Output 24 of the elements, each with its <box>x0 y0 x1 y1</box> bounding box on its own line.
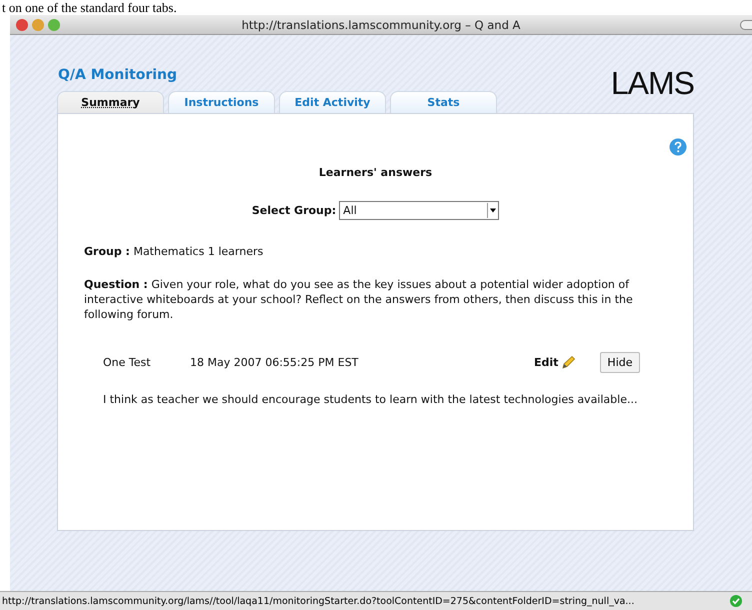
group-dropdown[interactable]: All <box>339 201 500 220</box>
section-heading: Learners' answers <box>318 166 434 179</box>
group-info: Group : Mathematics 1 learners <box>84 244 264 259</box>
answer-text: I think as teacher we should encourage students to learn with the latest technologies available... <box>103 393 638 406</box>
select-group-label: Select Group: <box>252 204 336 217</box>
caption-text: t on one of the standard four tabs. <box>1 0 178 15</box>
help-icon[interactable] <box>669 138 687 156</box>
logo: LAMS <box>610 65 694 103</box>
answer-date: 18 May 2007 06:55:25 PM EST <box>190 356 360 369</box>
window-controls-icon[interactable] <box>15 18 61 32</box>
caret-icon[interactable] <box>487 203 498 218</box>
question-text: Question : Given your role, what do you see as the key issues about a potential wider adoption of interactive whiteboards at your school? Reflect on the answers from others, then discuss this in the following forum. <box>84 277 634 322</box>
hide-button[interactable]: Hide <box>600 352 640 373</box>
window-title: http://translations.lamscommunity.org – Q and A <box>242 18 520 32</box>
learner-name: One Test <box>103 356 152 369</box>
edit-link[interactable]: Edit <box>534 356 558 369</box>
status-url: http://translations.lamscommunity.org/lams//tool/laqa11/monitoringStarter.do?toolContentID=275&contentFolderID=string_null_va... <box>2 596 634 606</box>
tab[interactable]: Stats <box>390 91 497 113</box>
page-title: Q/A Monitoring <box>58 67 178 83</box>
tab[interactable]: Edit Activity <box>279 91 386 113</box>
tab[interactable]: Instructions <box>168 91 275 113</box>
pencil-icon[interactable] <box>560 354 576 370</box>
check-icon <box>730 595 742 607</box>
tab[interactable]: Summary <box>57 91 164 113</box>
